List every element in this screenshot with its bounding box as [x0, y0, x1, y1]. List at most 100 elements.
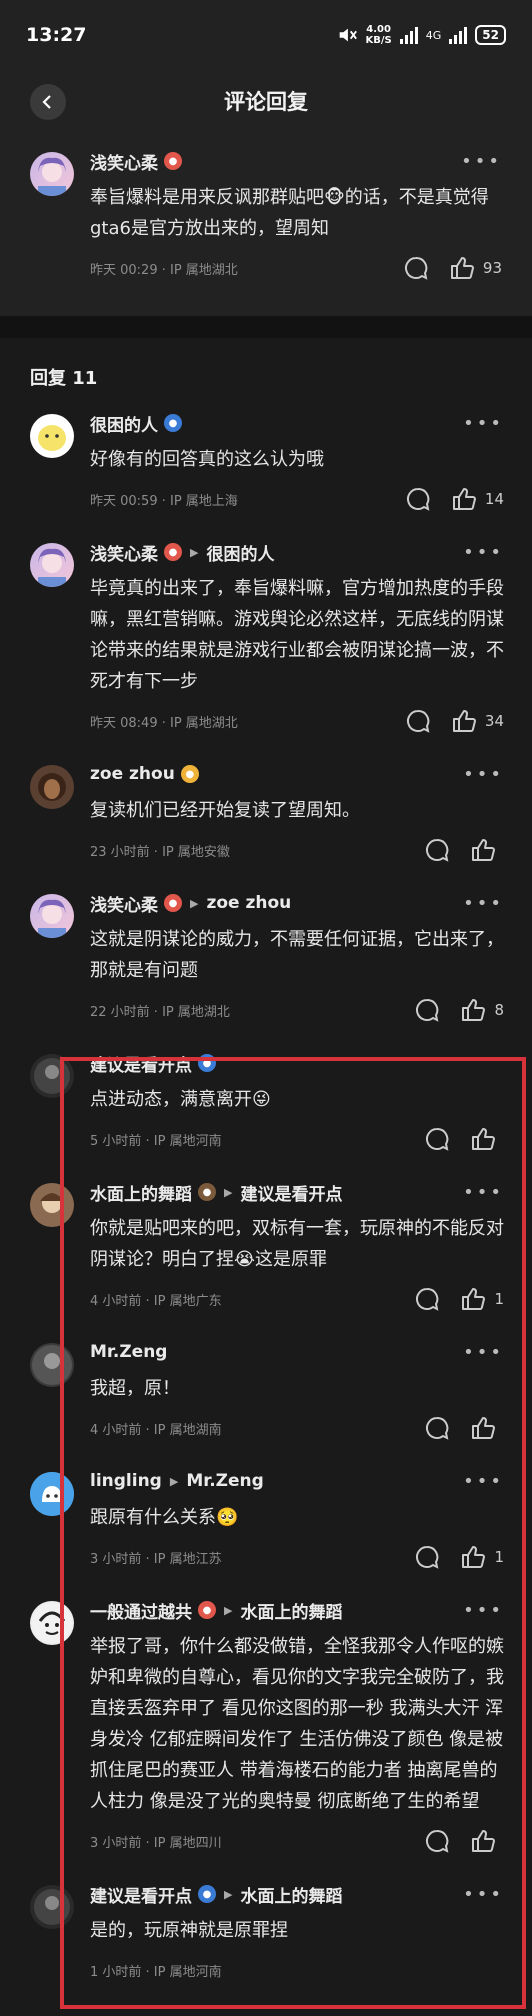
like-button[interactable] [470, 837, 504, 863]
more-options-icon[interactable]: ••• [463, 764, 504, 785]
comment-text: 你就是贴吧来的吧，双标有一套，玩原神的不能反对阴谋论？明白了捏😭这是原罪 [90, 1218, 504, 1270]
reply-to-username[interactable]: Mr.Zeng [186, 1471, 263, 1491]
username[interactable]: 建议是看开点 [90, 1051, 192, 1076]
username[interactable]: 建议是看开点 [90, 1882, 192, 1907]
comment-text: 毕竟真的出来了，奉旨爆料嘛，官方增加热度的手段嘛，黑红营销嘛。游戏舆论必然这样，… [90, 578, 504, 692]
section-divider [0, 316, 532, 338]
list-item: zoe zhou ● ••• 复读机们已经开始复读了望周知。 23 小时前 · … [0, 759, 532, 868]
signal-icon-2 [449, 26, 468, 44]
avatar[interactable] [30, 152, 74, 196]
comment-text: 是的，玩原神就是原罪捏 [90, 1920, 288, 1941]
username[interactable]: 浅笑心柔 [90, 891, 158, 916]
back-button[interactable] [30, 84, 66, 120]
reply-to-username[interactable]: 建议是看开点 [240, 1180, 342, 1205]
avatar[interactable] [30, 894, 74, 938]
reply-button[interactable] [424, 837, 450, 863]
comment-text: 我超，原！ [90, 1378, 180, 1399]
comment-meta: 3 小时前 · IP 属地四川 [90, 1835, 222, 1851]
reply-button[interactable] [414, 997, 440, 1023]
reply-arrow-icon: ▶ [190, 896, 199, 910]
like-button[interactable] [470, 1828, 504, 1854]
comment-bubble-icon [426, 1416, 449, 1440]
avatar[interactable] [30, 1885, 74, 1929]
reply-to-username[interactable]: 水面上的舞蹈 [240, 1882, 342, 1907]
comment-text: 举报了哥，你什么都没做错，全怪我那令人作呕的嫉妒和卑微的自尊心，看见你的文字我完… [90, 1636, 504, 1812]
comment-bubble-icon [404, 256, 428, 280]
thumbs-up-icon [452, 488, 476, 510]
username[interactable]: 浅笑心柔 [90, 149, 158, 174]
replies-header: 回复 11 [30, 368, 98, 389]
like-button[interactable]: 34 [451, 708, 504, 734]
list-item: 水面上的舞蹈 ● ▶ 建议是看开点 ••• 你就是贴吧来的吧，双标有一套，玩原神… [0, 1177, 532, 1317]
username[interactable]: 一般通过越共 [90, 1598, 192, 1623]
user-badge-icon: ● [198, 1601, 216, 1619]
more-options-icon[interactable]: ••• [463, 542, 504, 563]
comment-meta: 5 小时前 · IP 属地河南 [90, 1133, 222, 1149]
reply-to-username[interactable]: 很困的人 [206, 540, 274, 565]
like-button[interactable]: 1 [460, 1286, 504, 1312]
comment-meta: 1 小时前 · IP 属地河南 [90, 1964, 222, 1980]
username[interactable]: 浅笑心柔 [90, 540, 158, 565]
reply-button[interactable] [424, 1828, 450, 1854]
like-button[interactable] [470, 1126, 504, 1152]
avatar[interactable] [30, 414, 74, 458]
reply-button[interactable] [424, 1415, 450, 1441]
avatar[interactable] [30, 1054, 74, 1098]
thumbs-up-icon [462, 1546, 486, 1568]
more-options-icon[interactable]: ••• [463, 1471, 504, 1492]
comment-text: 跟原有什么关系🥺 [90, 1507, 239, 1528]
avatar[interactable] [30, 543, 74, 587]
more-options-icon[interactable]: ••• [463, 1600, 504, 1621]
comment-meta: 3 小时前 · IP 属地江苏 [90, 1551, 222, 1567]
like-count: 93 [482, 259, 502, 277]
page-title: 评论回复 [224, 90, 308, 114]
like-count: 1 [494, 1290, 504, 1308]
like-button[interactable] [470, 1415, 504, 1441]
thumbs-up-icon [472, 1128, 495, 1150]
like-button[interactable]: 93 [449, 255, 502, 281]
like-button[interactable]: 8 [460, 997, 504, 1023]
reply-button[interactable] [403, 255, 429, 281]
thumbs-up-icon [462, 999, 486, 1021]
reply-arrow-icon: ▶ [224, 1185, 233, 1199]
more-options-icon[interactable]: ••• [461, 151, 502, 172]
reply-button[interactable] [405, 486, 431, 512]
reply-to-username[interactable]: 水面上的舞蹈 [240, 1598, 342, 1623]
username[interactable]: Mr.Zeng [90, 1342, 167, 1362]
avatar[interactable] [30, 765, 74, 809]
original-comment: 浅笑心柔 ● ••• 奉旨爆料是用来反讽那群贴吧🐵的话，不是真觉得gta6是官方… [0, 132, 532, 316]
username[interactable]: 水面上的舞蹈 [90, 1180, 192, 1205]
avatar[interactable] [30, 1343, 74, 1387]
comment-bubble-icon [426, 838, 449, 862]
more-options-icon[interactable]: ••• [463, 413, 504, 434]
comment-text: 点进动态，满意离开😜 [90, 1089, 271, 1110]
like-count: 1 [494, 1548, 504, 1566]
more-options-icon[interactable]: ••• [463, 893, 504, 914]
avatar[interactable] [30, 1472, 74, 1516]
reply-to-username[interactable]: zoe zhou [206, 893, 291, 913]
username[interactable]: 很困的人 [90, 411, 158, 436]
username[interactable]: zoe zhou [90, 764, 175, 784]
more-options-icon[interactable]: ••• [463, 1342, 504, 1363]
list-item: lingling ▶ Mr.Zeng ••• 跟原有什么关系🥺 3 小时前 · … [0, 1466, 532, 1575]
comment-meta: 昨天 00:29 · IP 属地湖北 [90, 262, 238, 278]
reply-button[interactable] [424, 1126, 450, 1152]
comment-meta: 22 小时前 · IP 属地湖北 [90, 1004, 230, 1020]
avatar[interactable] [30, 1183, 74, 1227]
status-bar: 13:27 4.00 KB/S 4G 52 [0, 0, 532, 70]
comment-bubble-icon [426, 1127, 449, 1151]
reply-button[interactable] [414, 1544, 440, 1570]
more-options-icon[interactable]: ••• [463, 1884, 504, 1905]
reply-button[interactable] [405, 708, 431, 734]
username[interactable]: lingling [90, 1471, 162, 1491]
chevron-left-icon [42, 95, 51, 109]
like-button[interactable]: 14 [451, 486, 504, 512]
comment-meta: 23 小时前 · IP 属地安徽 [90, 844, 230, 860]
more-options-icon[interactable]: ••• [463, 1182, 504, 1203]
comment-text: 复读机们已经开始复读了望周知。 [90, 800, 360, 821]
reply-button[interactable] [414, 1286, 440, 1312]
thumbs-up-icon [472, 1830, 495, 1852]
avatar[interactable] [30, 1601, 74, 1645]
like-button[interactable]: 1 [460, 1544, 504, 1570]
mute-icon [339, 28, 357, 42]
